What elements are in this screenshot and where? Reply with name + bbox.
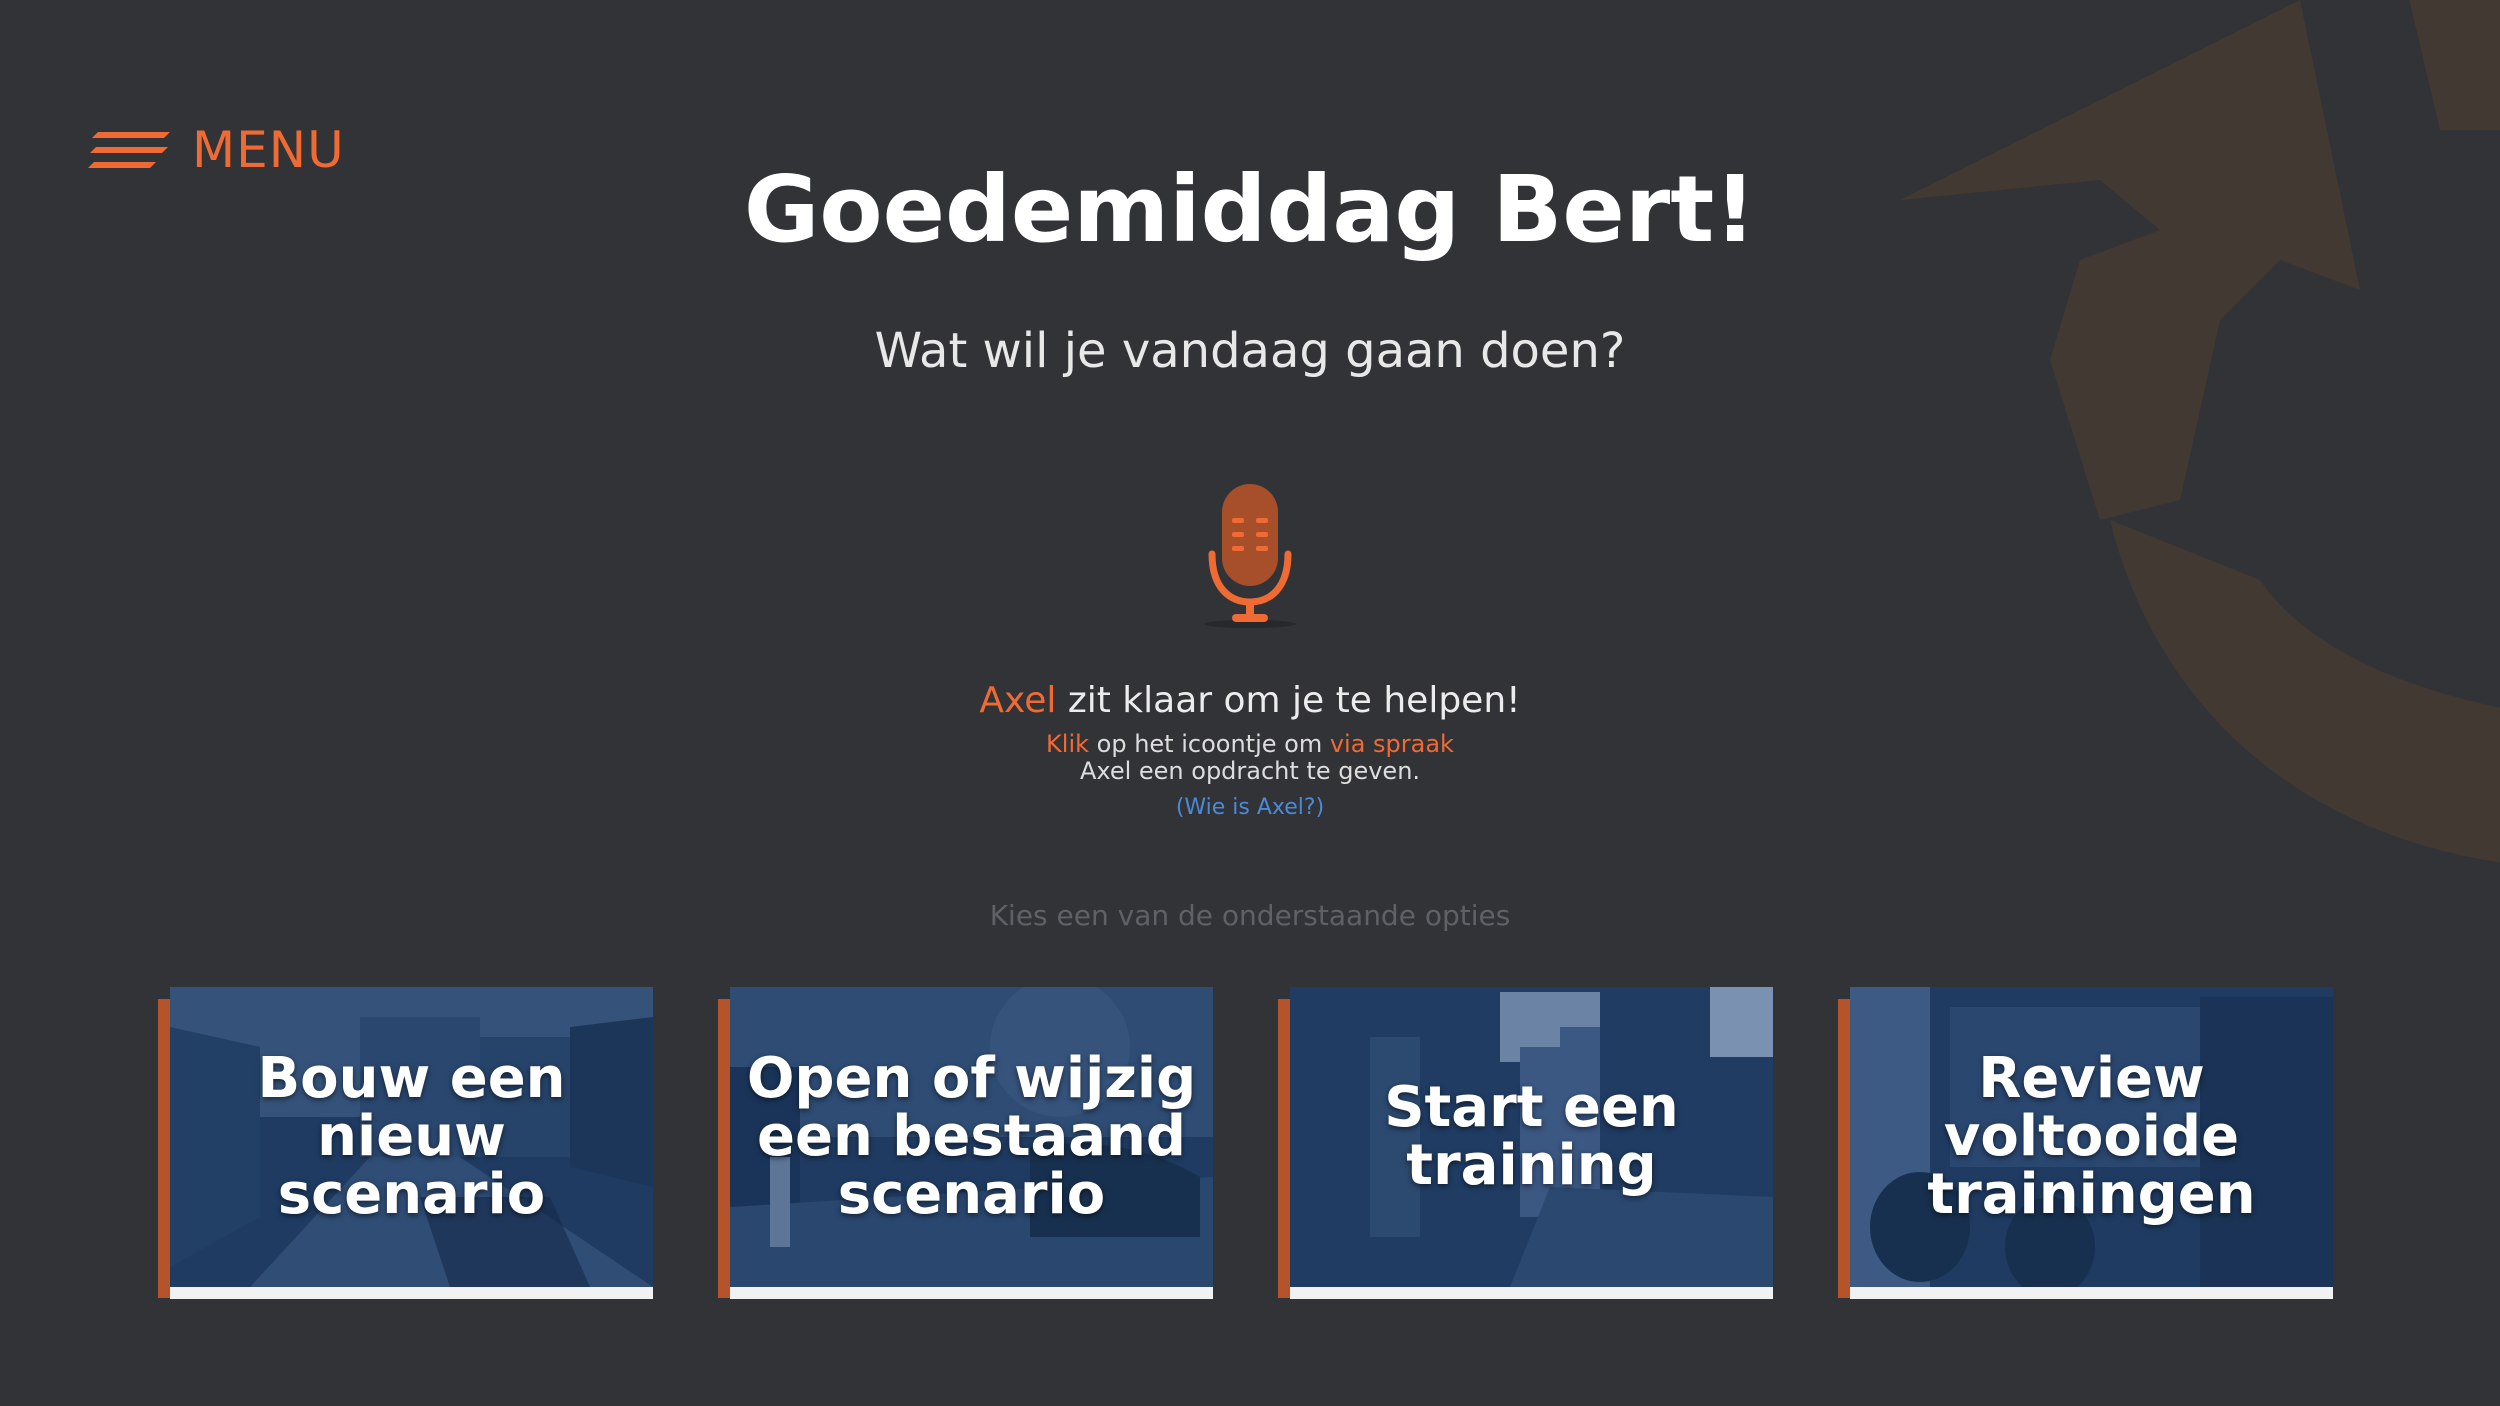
- card-start-training[interactable]: Start een training: [1278, 987, 1773, 1300]
- card-label: Start een training: [1384, 1075, 1679, 1198]
- card-image: Bouw een nieuw scenario: [170, 987, 653, 1299]
- card-label: Bouw een nieuw scenario: [257, 1046, 566, 1227]
- help-click-word: Klik: [1046, 730, 1090, 758]
- card-review-trainings[interactable]: Review voltooide trainingen: [1838, 987, 2333, 1300]
- who-is-axel-row: (Wie is Axel?): [0, 793, 2500, 823]
- help-line-2: Axel een opdracht te geven.: [1079, 757, 1421, 785]
- card-image: Open of wijzig een bestaand scenario: [730, 987, 1213, 1299]
- assistant-help-text: Klik op het icoontje om via spraak Axel …: [0, 731, 2500, 785]
- card-label: Review voltooide trainingen: [1927, 1046, 2256, 1227]
- help-mid-text: op het icoontje om: [1089, 730, 1330, 758]
- assistant-name: Axel: [979, 680, 1057, 721]
- options-prompt: Kies een van de onderstaande opties: [989, 899, 1511, 932]
- card-image: Start een training: [1290, 987, 1773, 1299]
- page-subtitle: Wat wil je vandaag gaan doen?: [874, 323, 1626, 379]
- assistant-ready-text: Axel zit klaar om je te helpen!: [0, 676, 2500, 726]
- card-image: Review voltooide trainingen: [1850, 987, 2333, 1299]
- microphone-icon[interactable]: [1200, 480, 1300, 640]
- card-open-edit-scenario[interactable]: Open of wijzig een bestaand scenario: [718, 987, 1213, 1300]
- card-build-new-scenario[interactable]: Bouw een nieuw scenario: [158, 987, 653, 1300]
- who-is-axel-link[interactable]: (Wie is Axel?): [1176, 795, 1324, 820]
- page-title: Goedemiddag Bert!: [743, 156, 1757, 263]
- help-voice-word: via spraak: [1329, 730, 1454, 758]
- card-label: Open of wijzig een bestaand scenario: [746, 1046, 1197, 1227]
- assistant-ready-label: zit klaar om je te helpen!: [1056, 680, 1521, 721]
